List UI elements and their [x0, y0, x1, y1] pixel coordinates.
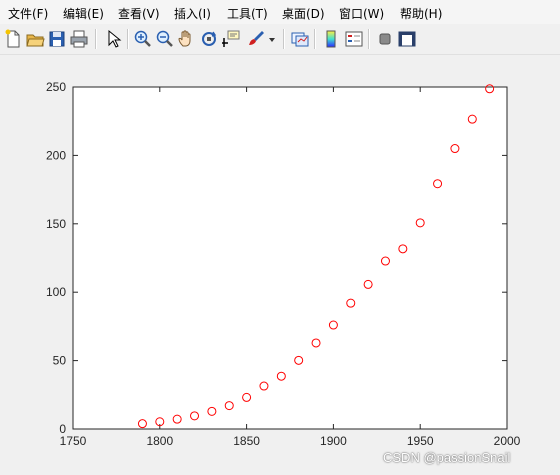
axes-box — [72, 86, 508, 430]
x-tick-label: 1800 — [146, 434, 173, 448]
y-tick-label: 0 — [59, 422, 66, 436]
menu-file[interactable]: 文件(F) — [8, 5, 48, 22]
x-tick-label: 1950 — [407, 434, 434, 448]
menu-window[interactable]: 窗口(W) — [339, 5, 384, 22]
y-tick-label: 200 — [46, 148, 66, 162]
rotate-3d-icon[interactable] — [198, 28, 220, 50]
menu-view[interactable]: 查看(V) — [118, 5, 160, 22]
pan-hand-icon[interactable] — [176, 28, 198, 50]
x-tick-label: 2000 — [494, 434, 521, 448]
y-tick-label: 150 — [46, 217, 66, 231]
menu-tools[interactable]: 工具(T) — [227, 5, 268, 22]
y-tick-label: 50 — [53, 354, 67, 368]
colorbar-icon[interactable] — [320, 28, 342, 50]
menu-edit[interactable]: 编辑(E) — [63, 5, 104, 22]
save-icon[interactable] — [46, 28, 68, 50]
x-tick-label: 1750 — [60, 434, 87, 448]
menu-help[interactable]: 帮助(H) — [400, 5, 442, 22]
menu-bar: 文件(F) 编辑(E) 查看(V) 插入(I) 工具(T) 桌面(D) 窗口(W… — [0, 0, 560, 24]
new-file-icon[interactable] — [2, 28, 24, 50]
zoom-in-icon[interactable] — [132, 28, 154, 50]
brush-icon[interactable] — [245, 28, 267, 50]
data-cursor-icon[interactable] — [220, 28, 242, 50]
menu-insert[interactable]: 插入(I) — [174, 5, 211, 22]
print-icon[interactable] — [68, 28, 90, 50]
menu-desktop[interactable]: 桌面(D) — [282, 5, 325, 22]
y-tick-label: 250 — [46, 80, 66, 94]
show-plot-tools-icon[interactable] — [396, 28, 418, 50]
figure-canvas: 1750 1800 1850 1900 1950 2000 0 50 100 150 200 250 — [0, 55, 560, 475]
toolbar — [0, 24, 560, 55]
x-tick-label: 1850 — [233, 434, 260, 448]
scatter-plot[interactable]: 1750 1800 1850 1900 1950 2000 0 50 100 150 200 250 — [0, 55, 560, 475]
hide-plot-tools-icon[interactable] — [374, 28, 396, 50]
y-tick-label: 100 — [46, 285, 66, 299]
x-tick-label: 1900 — [320, 434, 347, 448]
open-folder-icon[interactable] — [24, 28, 46, 50]
legend-icon[interactable] — [343, 28, 365, 50]
link-plot-icon[interactable] — [289, 28, 311, 50]
pointer-icon[interactable] — [102, 28, 124, 50]
zoom-out-icon[interactable] — [154, 28, 176, 50]
dropdown-arrow-icon[interactable] — [266, 28, 278, 50]
watermark: CSDN @passionSnail — [383, 450, 511, 465]
